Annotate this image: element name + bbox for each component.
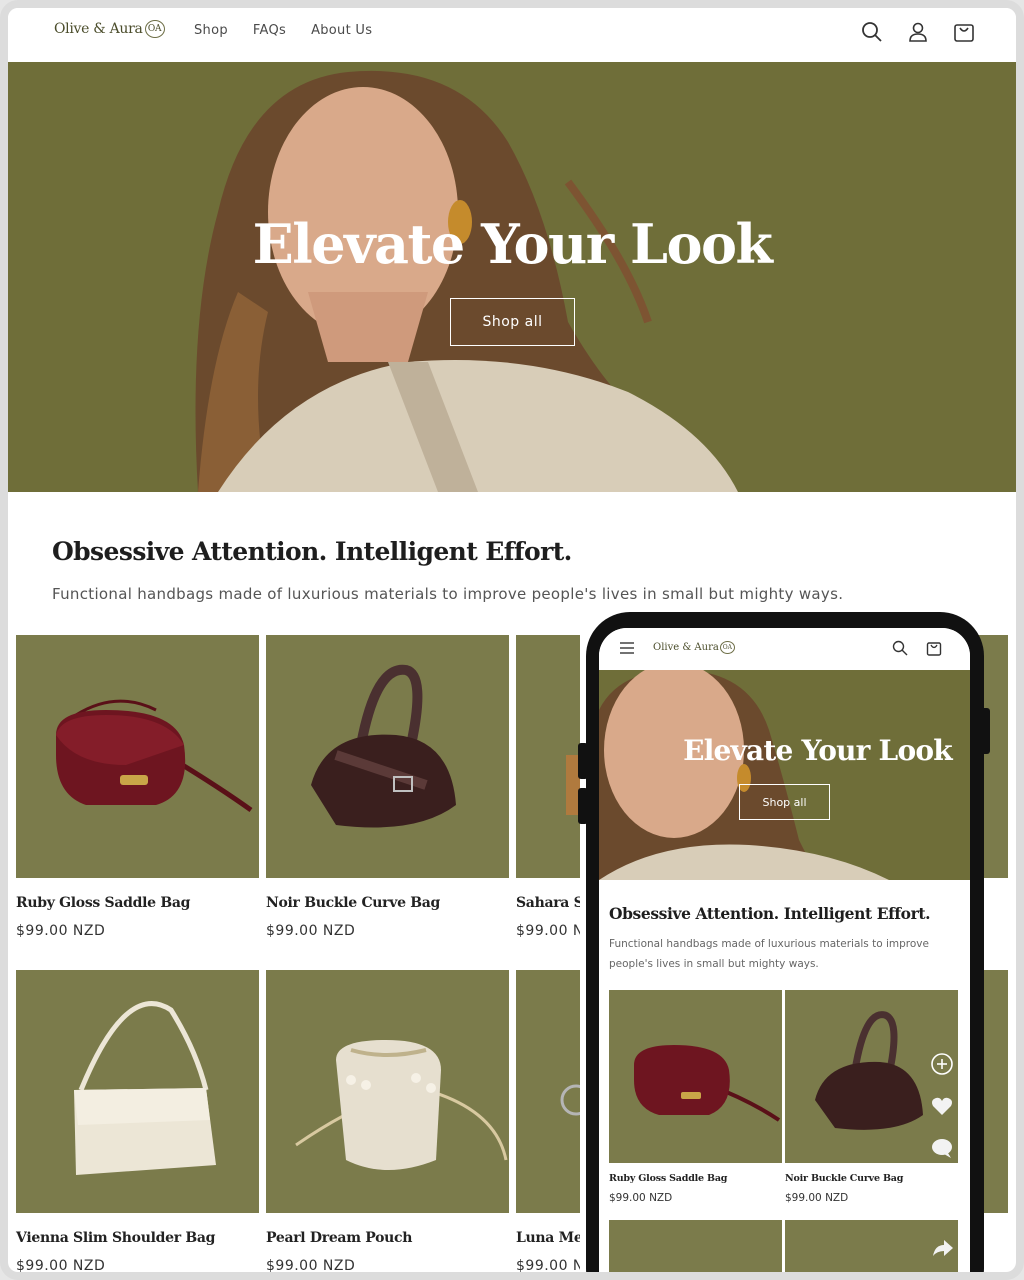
product-name[interactable]: Noir Buckle Curve Bag — [266, 895, 509, 911]
brand-name: Olive & Aura — [653, 642, 719, 653]
product-price: $99.00 NZD — [785, 1192, 849, 1204]
hero-image — [8, 62, 1016, 492]
heart-icon[interactable] — [929, 1094, 955, 1118]
product-price: $99.00 NZD — [266, 923, 356, 939]
search-icon[interactable] — [860, 20, 884, 44]
product-name[interactable]: Luna Met — [516, 1230, 580, 1246]
desktop-frame: Olive & Aura OA Shop FAQs About Us Eleva… — [0, 0, 1024, 1280]
mobile-hero: Elevate Your Look Shop all — [599, 670, 970, 880]
shop-all-button[interactable]: Shop all — [450, 298, 575, 346]
product-price: $99.00 NZD — [16, 1258, 106, 1274]
phone-screen: Olive & Aura OA Elevate Your Look Shop a… — [599, 628, 970, 1272]
product-image[interactable] — [16, 635, 259, 878]
account-icon[interactable] — [906, 20, 930, 44]
add-icon[interactable] — [929, 1052, 955, 1076]
phone-mockup: Olive & Aura OA Elevate Your Look Shop a… — [586, 612, 984, 1272]
mobile-shop-all-button[interactable]: Shop all — [739, 784, 830, 820]
product-card[interactable]: Luna Met $99.00 N — [516, 970, 580, 1274]
product-image[interactable] — [609, 990, 782, 1163]
product-image[interactable] — [16, 970, 259, 1213]
product-image[interactable] — [516, 970, 580, 1213]
header-actions — [860, 20, 976, 44]
cart-icon[interactable] — [952, 20, 976, 44]
product-image[interactable] — [266, 635, 509, 878]
product-card[interactable]: Sahara Su $99.00 N — [516, 635, 580, 939]
hero-banner: Elevate Your Look Shop all — [8, 62, 1016, 492]
product-image-partial — [609, 1220, 782, 1272]
menu-icon[interactable] — [619, 640, 635, 660]
nav-shop[interactable]: Shop — [194, 23, 228, 38]
main-nav: Shop FAQs About Us — [194, 23, 372, 38]
product-name[interactable]: Ruby Gloss Saddle Bag — [16, 895, 259, 911]
mobile-hero-image — [599, 670, 970, 880]
product-name[interactable]: Sahara Su — [516, 895, 580, 911]
share-icon[interactable] — [932, 1238, 954, 1262]
product-image[interactable] — [266, 970, 509, 1213]
brand-mark: OA — [719, 641, 735, 654]
product-card[interactable]: Pearl Dream Pouch $99.00 NZD — [266, 970, 509, 1274]
nav-faqs[interactable]: FAQs — [253, 23, 286, 38]
product-price: $99.00 NZD — [266, 1258, 356, 1274]
product-name[interactable]: Noir Buckle Curve Bag — [785, 1173, 958, 1184]
hero-title: Elevate Your Look — [252, 212, 773, 276]
nav-about-us[interactable]: About Us — [311, 23, 372, 38]
mobile-header: Olive & Aura OA — [599, 628, 970, 670]
product-name[interactable]: Pearl Dream Pouch — [266, 1230, 509, 1246]
product-price: $99.00 NZD — [609, 1192, 673, 1204]
brand-name: Olive & Aura — [54, 21, 143, 37]
product-price: $99.00 NZD — [16, 923, 106, 939]
product-card[interactable]: Vienna Slim Shoulder Bag $99.00 NZD — [16, 970, 259, 1274]
intro-heading: Obsessive Attention. Intelligent Effort. — [52, 537, 572, 566]
mobile-intro-heading: Obsessive Attention. Intelligent Effort. — [609, 904, 931, 923]
mobile-product-card[interactable]: Ruby Gloss Saddle Bag $99.00 NZD — [609, 990, 782, 1204]
social-action-rail — [929, 1052, 955, 1160]
brand-logo[interactable]: Olive & Aura OA — [54, 20, 165, 38]
mobile-hero-title: Elevate Your Look — [683, 734, 952, 767]
brand-mark: OA — [144, 20, 165, 38]
search-icon[interactable] — [892, 640, 908, 660]
mobile-brand-logo[interactable]: Olive & Aura OA — [653, 641, 735, 654]
product-price: $99.00 N — [516, 923, 580, 939]
product-name[interactable]: Vienna Slim Shoulder Bag — [16, 1230, 259, 1246]
product-card[interactable]: Noir Buckle Curve Bag $99.00 NZD — [266, 635, 509, 939]
mobile-intro-text: Functional handbags made of luxurious ma… — [609, 938, 929, 970]
site-header: Olive & Aura OA Shop FAQs About Us — [8, 8, 1016, 62]
comment-icon[interactable] — [929, 1136, 955, 1160]
product-price: $99.00 N — [516, 1258, 580, 1274]
product-name[interactable]: Ruby Gloss Saddle Bag — [609, 1173, 782, 1184]
product-card[interactable]: Ruby Gloss Saddle Bag $99.00 NZD — [16, 635, 259, 939]
intro-text: Functional handbags made of luxurious ma… — [52, 585, 844, 603]
cart-icon[interactable] — [926, 640, 942, 660]
product-image[interactable] — [516, 635, 580, 878]
